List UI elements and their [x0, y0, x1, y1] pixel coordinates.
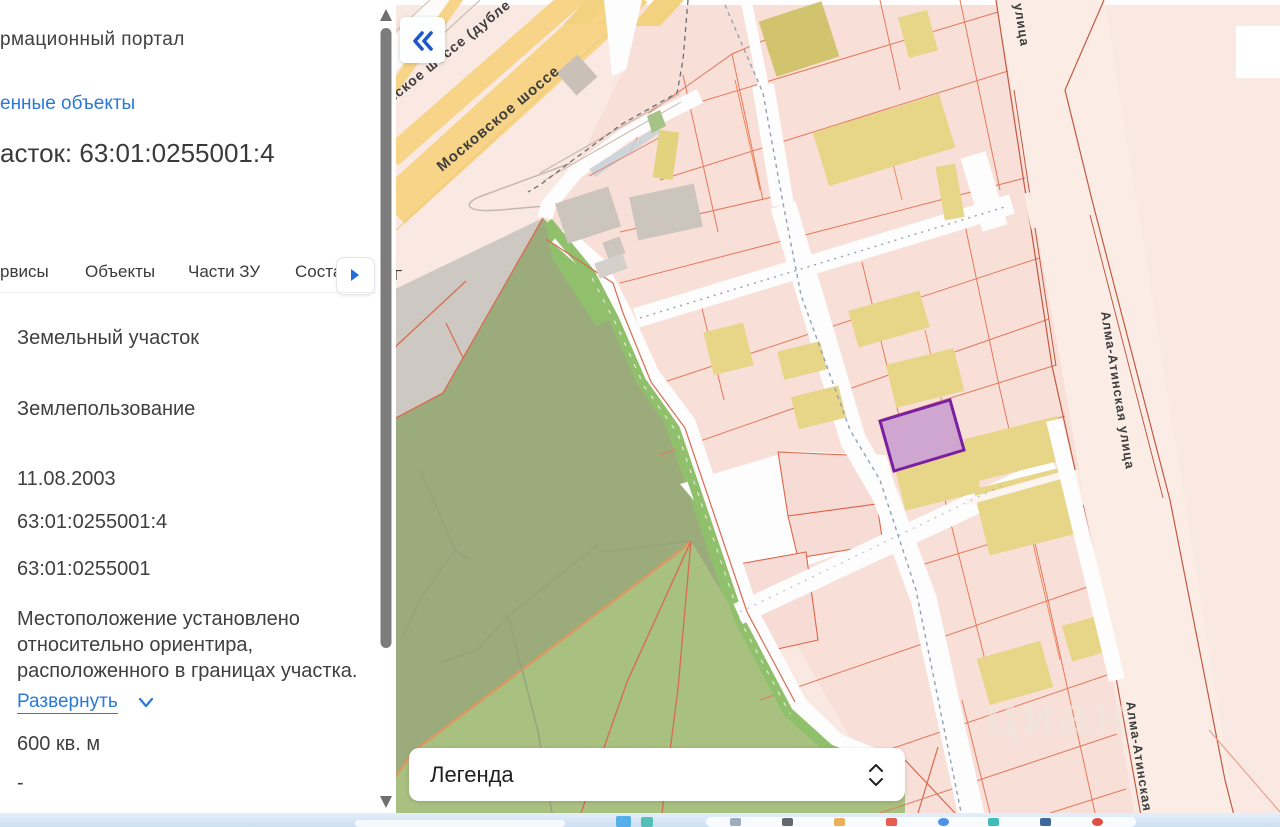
svg-text:циан: циан — [985, 686, 1130, 746]
